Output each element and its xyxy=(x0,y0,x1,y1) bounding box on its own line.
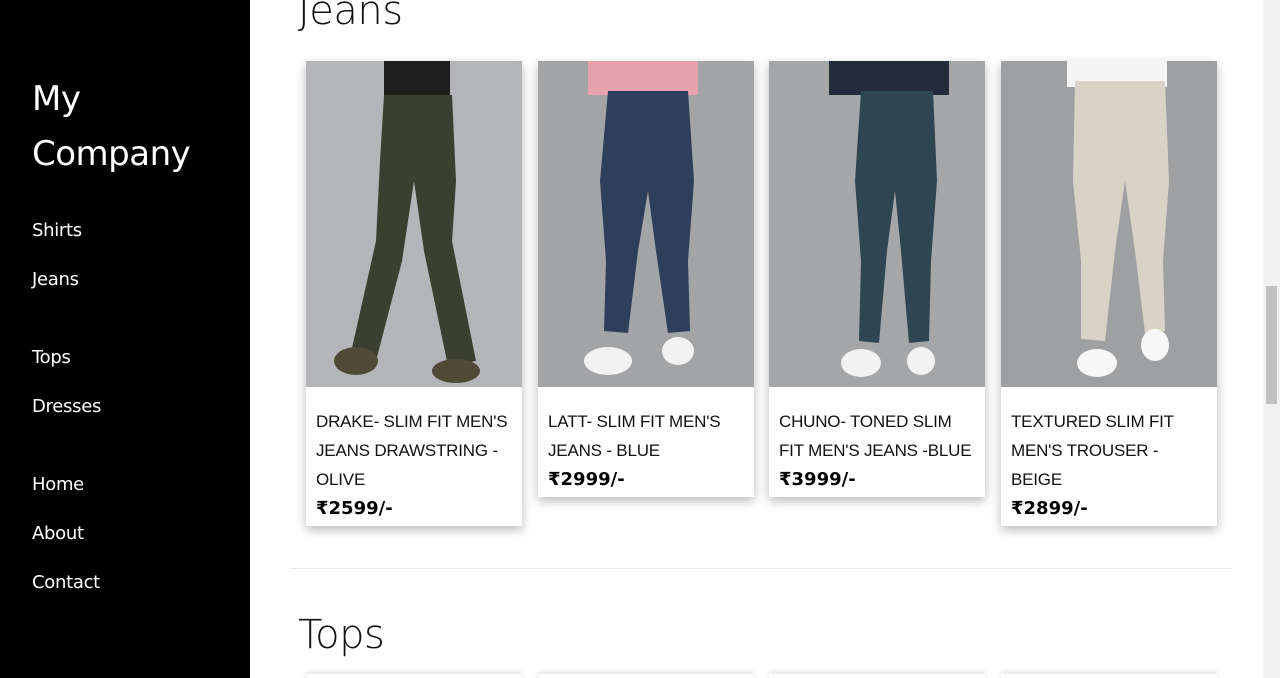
brand-logo[interactable]: My Company xyxy=(32,72,232,182)
product-card-peek[interactable] xyxy=(538,674,754,678)
sidebar: My Company Shirts Jeans Tops Dresses Hom… xyxy=(0,0,250,678)
nav-link-shirts[interactable]: Shirts xyxy=(32,220,82,241)
section-title-tops: Tops xyxy=(298,612,385,658)
product-image[interactable] xyxy=(538,61,754,387)
page-scrollbar[interactable] xyxy=(1263,0,1280,678)
product-name: CHUNO- TONED SLIM FIT MEN'S JEANS -BLUE xyxy=(779,412,972,460)
product-card[interactable]: CHUNO- TONED SLIM FIT MEN'S JEANS -BLUE … xyxy=(769,61,985,497)
product-price: ₹2899/- xyxy=(1011,498,1088,519)
nav-link-tops[interactable]: Tops xyxy=(32,347,71,368)
product-card[interactable]: TEXTURED SLIM FIT MEN'S TROUSER - BEIGE … xyxy=(1001,61,1217,526)
product-price: ₹2599/- xyxy=(316,498,393,519)
product-image[interactable] xyxy=(306,61,522,387)
product-card-peek[interactable] xyxy=(769,674,985,678)
main-content: Jeans DRAKE- SLIM FIT MEN'S JEANS DRAWST… xyxy=(250,0,1263,678)
product-name: DRAKE- SLIM FIT MEN'S JEANS DRAWSTRING -… xyxy=(316,412,508,489)
product-price: ₹3999/- xyxy=(779,469,856,490)
nav-link-jeans[interactable]: Jeans xyxy=(32,269,79,290)
section-divider xyxy=(290,568,1233,569)
section-title-jeans: Jeans xyxy=(298,0,403,34)
nav-link-dresses[interactable]: Dresses xyxy=(32,396,101,417)
product-image[interactable] xyxy=(1001,61,1217,387)
nav-link-contact[interactable]: Contact xyxy=(32,572,100,593)
product-card-peek[interactable] xyxy=(1001,674,1217,678)
product-card-peek[interactable] xyxy=(306,674,522,678)
product-card[interactable]: LATT- SLIM FIT MEN'S JEANS - BLUE ₹2999/… xyxy=(538,61,754,497)
product-price: ₹2999/- xyxy=(548,469,625,490)
scrollbar-thumb[interactable] xyxy=(1266,286,1277,404)
product-name: TEXTURED SLIM FIT MEN'S TROUSER - BEIGE xyxy=(1011,412,1174,489)
nav-link-home[interactable]: Home xyxy=(32,474,84,495)
product-name: LATT- SLIM FIT MEN'S JEANS - BLUE xyxy=(548,412,721,460)
nav-link-about[interactable]: About xyxy=(32,523,84,544)
product-card[interactable]: DRAKE- SLIM FIT MEN'S JEANS DRAWSTRING -… xyxy=(306,61,522,526)
product-image[interactable] xyxy=(769,61,985,387)
